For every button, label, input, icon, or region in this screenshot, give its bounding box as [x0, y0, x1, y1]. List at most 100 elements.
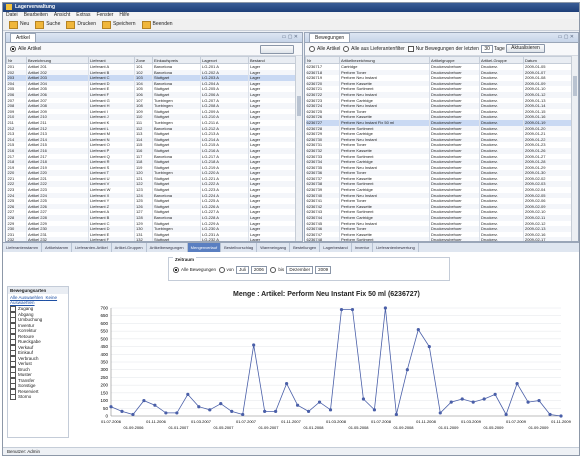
tab-bewegungen[interactable]: Bewegungen — [309, 33, 351, 42]
column-header[interactable]: Artikelbezeichnung — [339, 56, 430, 64]
zeitraum-to-radio[interactable] — [270, 267, 277, 273]
data-point[interactable] — [504, 412, 508, 417]
zeitraum-from-radio[interactable] — [218, 267, 225, 273]
data-point[interactable] — [306, 409, 311, 413]
data-point[interactable] — [164, 411, 168, 415]
menu-item[interactable]: Hilfe — [119, 12, 129, 18]
data-point[interactable] — [153, 403, 157, 407]
bottom-tab[interactable]: Lieferantenbewertung — [373, 243, 419, 252]
data-point[interactable] — [197, 405, 201, 409]
data-point[interactable] — [186, 392, 190, 396]
bottom-tab[interactable]: Artikelbewegungen — [147, 243, 188, 252]
menu-item[interactable]: Extras — [76, 12, 90, 18]
from-year-select[interactable]: 2006 — [250, 266, 267, 274]
table-row[interactable]: 6236746 Perform Toner Druckerzubehoer Druck… — [305, 226, 572, 232]
table-row[interactable]: 6236739 Perform Cartridge Druckerzubehoer D… — [305, 187, 572, 193]
table-row[interactable]: 6236722 Perform Neu Instant Druckerzubehoe… — [305, 91, 572, 98]
menu-item[interactable]: Fenster — [96, 12, 113, 18]
data-point[interactable] — [471, 400, 475, 404]
column-header[interactable]: Lagerort — [200, 56, 249, 64]
data-point[interactable] — [317, 400, 322, 404]
bottom-tab[interactable]: Bestellvorschlag — [221, 243, 258, 252]
toolbar-button[interactable]: Speichern — [102, 19, 136, 30]
toolbar-button[interactable]: Suche — [35, 19, 60, 30]
tab-artikel[interactable]: Artikel — [10, 33, 36, 42]
data-point[interactable] — [131, 412, 135, 417]
bottom-tab[interactable]: Mengenverlauf — [187, 243, 222, 252]
table-row[interactable]: 6236744 Perform Cartridge Druckerzubehoer D… — [305, 215, 572, 221]
column-header[interactable]: Lieferant — [88, 56, 135, 64]
bottom-tab[interactable]: Inventur — [352, 243, 374, 252]
table-row[interactable]: 6236717 Cartridge Druckerzubehoer Druckerz.… — [305, 63, 572, 70]
bottom-tab[interactable]: Artikelstamm — [42, 243, 73, 252]
to-year-select[interactable]: 2009 — [315, 266, 332, 274]
column-header[interactable]: Datum — [523, 56, 572, 64]
data-point[interactable] — [460, 397, 464, 401]
column-header[interactable]: Artikelgruppe — [429, 56, 480, 64]
data-point[interactable] — [339, 307, 344, 312]
scroll-thumb[interactable] — [573, 76, 577, 96]
toolbar-button[interactable]: Beenden — [141, 19, 173, 30]
menu-item[interactable]: Bearbeiten — [24, 12, 48, 18]
table-row[interactable]: 6236719 Perform Neu Instant Druckerzubehoe… — [305, 75, 572, 81]
data-point[interactable] — [416, 328, 420, 332]
data-point[interactable] — [219, 402, 223, 406]
data-point[interactable] — [427, 344, 431, 349]
bewegungen-scrollbar[interactable] — [571, 56, 578, 241]
data-point[interactable] — [372, 408, 377, 412]
from-month-select[interactable]: Juli — [236, 266, 249, 274]
bottom-tab[interactable]: Lieferanten-Artikel — [72, 243, 112, 252]
data-point[interactable] — [109, 405, 113, 409]
data-point[interactable] — [295, 403, 300, 407]
data-point[interactable] — [230, 409, 234, 413]
data-point[interactable] — [482, 397, 486, 401]
table-row[interactable]: 6236734 Perform Cartridge Druckerzubehoer D… — [305, 159, 572, 165]
filter-all-radio[interactable] — [10, 45, 16, 52]
to-month-select[interactable]: Dezember — [286, 266, 314, 274]
pane-controls[interactable]: ▭ ▢ ✕ — [558, 33, 574, 42]
column-header[interactable]: Einkaufspreis — [152, 56, 201, 64]
table-row[interactable]: 232 Artikel 232 Lieferant F 132 Stuttgart LG-… — [6, 237, 296, 241]
column-header[interactable]: Bezeichnung — [26, 56, 89, 64]
zeitraum-all-radio[interactable] — [173, 267, 179, 273]
table-row[interactable]: 6236729 Perform Cartridge Druckerzubehoer D… — [305, 131, 572, 137]
column-header[interactable]: Artikel-Gruppe — [479, 56, 524, 64]
data-point[interactable] — [208, 408, 212, 412]
table-row[interactable]: 6236732 Perform Kassette Druckerzubehoer Dr… — [305, 147, 572, 154]
artikel-scrollbar[interactable] — [295, 56, 302, 241]
data-point[interactable] — [493, 392, 497, 396]
bewegungsart-checkbox[interactable] — [10, 394, 16, 400]
data-point[interactable] — [361, 397, 366, 401]
opt-lieferant-radio[interactable] — [343, 45, 350, 52]
data-point[interactable] — [274, 409, 278, 413]
pane-controls[interactable]: ▭ ▢ ✕ — [282, 33, 298, 42]
data-point[interactable] — [383, 306, 387, 310]
data-point[interactable] — [120, 409, 124, 413]
data-point[interactable] — [526, 400, 530, 404]
data-point[interactable] — [405, 368, 409, 372]
menu-item[interactable]: Datei — [6, 12, 18, 18]
opt-letzte-check[interactable] — [407, 45, 414, 52]
scroll-thumb[interactable] — [297, 96, 301, 116]
column-header[interactable]: Nr — [305, 56, 340, 64]
data-point[interactable] — [438, 411, 442, 415]
opt-alle-radio[interactable] — [309, 45, 315, 52]
toolbar-button[interactable]: Drucken — [66, 19, 96, 30]
bewegungsart-item[interactable]: Storno — [8, 394, 68, 400]
column-header[interactable]: Zone — [134, 56, 153, 64]
filter-button[interactable] — [260, 45, 294, 54]
toolbar-button[interactable]: Neu — [9, 19, 29, 30]
data-point[interactable] — [263, 409, 267, 413]
column-header[interactable]: Nr — [6, 56, 27, 64]
data-point[interactable] — [394, 412, 398, 417]
bottom-tab[interactable]: Bestellungen — [290, 243, 321, 252]
bottom-tab[interactable]: Artikel-Gruppen — [112, 243, 147, 252]
days-input[interactable]: 30 — [481, 44, 493, 53]
refresh-button[interactable]: Aktualisieren — [506, 44, 545, 54]
data-point[interactable] — [252, 343, 256, 347]
column-header[interactable]: Bestand — [248, 56, 296, 64]
data-point[interactable] — [548, 412, 552, 417]
bottom-tab[interactable]: Lagerbestand — [320, 243, 352, 252]
data-point[interactable] — [537, 398, 541, 403]
bottom-tab[interactable]: Wareneingang — [257, 243, 291, 252]
